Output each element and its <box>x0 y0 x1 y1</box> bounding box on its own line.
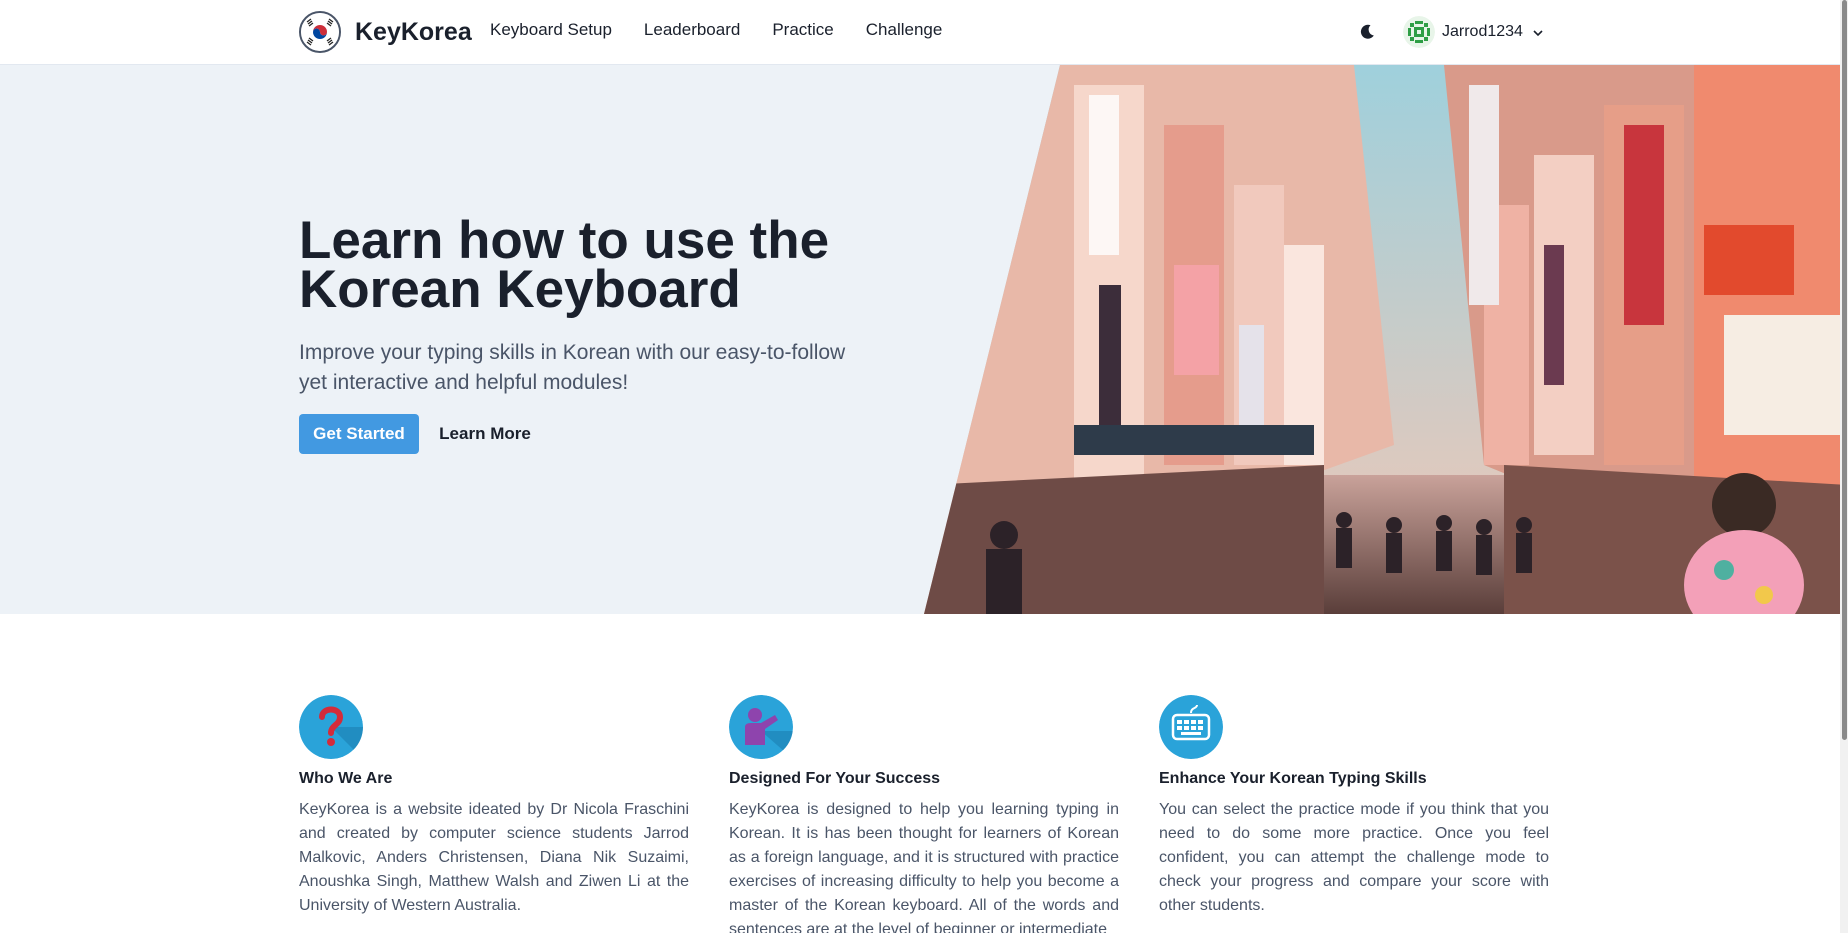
brand-name: KeyKorea <box>355 17 472 46</box>
nav-link-practice[interactable]: Practice <box>772 20 833 40</box>
hero-title: Learn how to use the Korean Keyboard <box>299 211 830 319</box>
identicon-avatar <box>1403 16 1435 48</box>
brand[interactable]: KeyKorea <box>299 10 472 54</box>
main-nav: Keyboard Setup Leaderboard Practice Chal… <box>490 20 974 40</box>
feature-text: KeyKorea is a website ideated by Dr Nico… <box>299 801 689 914</box>
user-name: Jarrod1234 <box>1442 23 1523 40</box>
feature-text: You can select the practice mode if you … <box>1159 801 1549 914</box>
scrollbar-thumb[interactable] <box>1842 0 1847 740</box>
get-started-button[interactable]: Get Started <box>299 414 419 454</box>
feature-title: Designed For Your Success <box>729 770 941 787</box>
top-navbar: KeyKorea Keyboard Setup Leaderboard Prac… <box>0 0 1848 65</box>
nav-link-leaderboard[interactable]: Leaderboard <box>644 20 740 40</box>
hero-section: Learn how to use the Korean Keyboard Imp… <box>0 65 1848 614</box>
feature-text: KeyKorea is designed to help you learnin… <box>729 801 1119 933</box>
feature-title: Who We Are <box>299 770 393 787</box>
user-menu[interactable]: Jarrod1234 <box>1403 15 1544 49</box>
keyboard-icon <box>1159 695 1223 759</box>
feature-designed-for-success: Designed For Your Success KeyKorea is de… <box>729 695 1119 933</box>
feature-title: Enhance Your Korean Typing Skills <box>1159 770 1427 787</box>
chevron-down-icon <box>1532 26 1544 38</box>
learn-more-button[interactable]: Learn More <box>432 414 538 454</box>
korean-flag-icon <box>299 11 341 53</box>
feature-who-we-are: Who We Are KeyKorea is a website ideated… <box>299 695 689 918</box>
hero-subtitle: Improve your typing skills in Korean wit… <box>299 341 846 394</box>
nav-link-challenge[interactable]: Challenge <box>866 20 943 40</box>
nav-link-keyboard-setup[interactable]: Keyboard Setup <box>490 20 612 40</box>
moon-icon[interactable] <box>1357 22 1377 42</box>
feature-enhance-typing: Enhance Your Korean Typing Skills You ca… <box>1159 695 1549 918</box>
seoul-street-photo <box>924 65 1848 614</box>
question-mark-icon <box>299 695 363 759</box>
presenter-icon <box>729 695 793 759</box>
